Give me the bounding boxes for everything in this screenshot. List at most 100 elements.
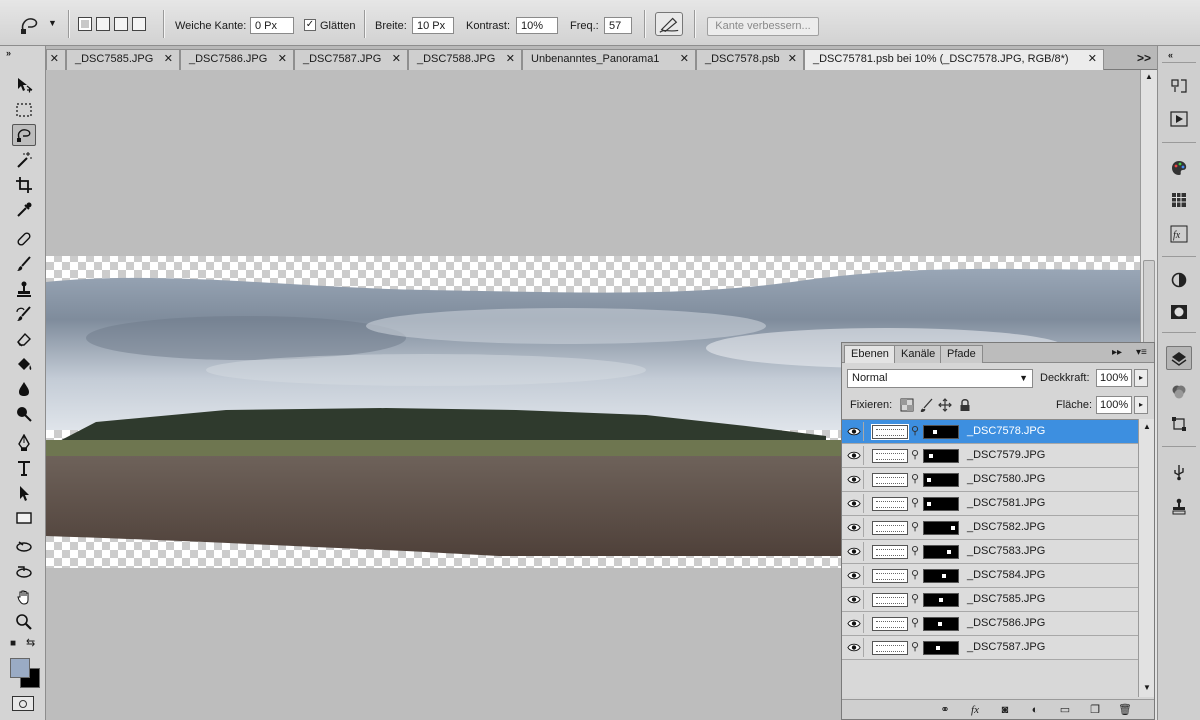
styles-panel-button[interactable]: fx xyxy=(1166,222,1192,246)
close-icon[interactable]: ✕ xyxy=(506,50,515,69)
visibility-toggle[interactable] xyxy=(844,638,864,657)
tab-channels[interactable]: Kanäle xyxy=(894,345,943,363)
tab-document-1[interactable]: _DSC7586.JPG ✕ xyxy=(180,49,294,70)
tab-document-3[interactable]: _DSC7588.JPG ✕ xyxy=(408,49,522,70)
path-selection-tool[interactable] xyxy=(12,482,36,504)
layer-row[interactable]: ⚲ _DSC7587.JPG xyxy=(842,636,1138,660)
layer-thumbnail[interactable] xyxy=(872,521,908,535)
layer-mask-thumbnail[interactable] xyxy=(923,641,959,655)
blend-mode-select[interactable]: Normal ▼ xyxy=(847,369,1033,388)
layer-mask-thumbnail[interactable] xyxy=(923,569,959,583)
tab-overflow-icon[interactable]: >> xyxy=(1137,51,1151,65)
magic-wand-tool[interactable] xyxy=(12,149,36,171)
contrast-input[interactable]: 10% xyxy=(516,17,558,34)
visibility-toggle[interactable] xyxy=(844,590,864,609)
panel-collapse-icon[interactable]: ▸▸ xyxy=(1112,347,1122,358)
eraser-tool[interactable] xyxy=(12,328,36,350)
pen-pressure-button[interactable] xyxy=(655,12,683,36)
scroll-down-icon[interactable]: ▼ xyxy=(1143,683,1151,692)
lock-position-icon[interactable] xyxy=(938,398,952,412)
link-icon[interactable]: ⚲ xyxy=(911,496,919,509)
close-icon[interactable]: ✕ xyxy=(1088,50,1097,69)
crop-tool[interactable] xyxy=(12,174,36,196)
layer-row[interactable]: ⚲ _DSC7581.JPG xyxy=(842,492,1138,516)
visibility-toggle[interactable] xyxy=(844,470,864,489)
fill-input[interactable]: 100% xyxy=(1096,396,1132,414)
3d-orbit-tool[interactable] xyxy=(12,561,36,583)
paths-panel-button[interactable] xyxy=(1166,412,1192,436)
tab-layers[interactable]: Ebenen xyxy=(844,345,896,363)
link-icon[interactable]: ⚲ xyxy=(911,592,919,605)
antialias-checkbox[interactable]: ✓ xyxy=(304,19,316,31)
layer-row[interactable]: ⚲ _DSC7583.JPG xyxy=(842,540,1138,564)
panel-menu-icon[interactable]: ▾≡ xyxy=(1136,347,1147,358)
visibility-toggle[interactable] xyxy=(844,566,864,585)
brushes-panel-button[interactable] xyxy=(1166,460,1192,484)
subtract-from-selection-button[interactable] xyxy=(114,17,128,31)
adjustments-panel-button[interactable] xyxy=(1166,268,1192,292)
scroll-up-icon[interactable]: ▲ xyxy=(1145,72,1153,81)
tab-document-5[interactable]: _DSC7578.psb ✕ xyxy=(696,49,804,70)
layer-mask-thumbnail[interactable] xyxy=(923,449,959,463)
type-tool[interactable] xyxy=(12,457,36,479)
lock-all-icon[interactable] xyxy=(958,398,972,412)
zoom-tool[interactable] xyxy=(12,611,36,633)
link-icon[interactable]: ⚲ xyxy=(911,568,919,581)
layer-row[interactable]: ⚲ _DSC7585.JPG xyxy=(842,588,1138,612)
close-icon[interactable]: ✕ xyxy=(788,50,797,69)
new-selection-button[interactable] xyxy=(78,17,92,31)
dodge-tool[interactable] xyxy=(12,403,36,425)
trash-icon[interactable]: 🗑 xyxy=(1118,703,1132,717)
layer-mask-thumbnail[interactable] xyxy=(923,593,959,607)
close-icon[interactable]: ✕ xyxy=(50,50,59,69)
layer-thumbnail[interactable] xyxy=(872,449,908,463)
healing-brush-tool[interactable] xyxy=(12,228,36,250)
layer-thumbnail[interactable] xyxy=(872,641,908,655)
tab-document-0[interactable]: _DSC7585.JPG ✕ xyxy=(66,49,180,70)
add-to-selection-button[interactable] xyxy=(96,17,110,31)
marquee-tool[interactable] xyxy=(12,99,36,121)
opacity-input[interactable]: 100% xyxy=(1096,369,1132,387)
layer-thumbnail[interactable] xyxy=(872,473,908,487)
move-tool[interactable] xyxy=(12,74,36,96)
layer-mask-thumbnail[interactable] xyxy=(923,617,959,631)
link-icon[interactable]: ⚲ xyxy=(911,640,919,653)
tab-overflow-left[interactable]: ✕ xyxy=(46,49,66,70)
layer-thumbnail[interactable] xyxy=(872,593,908,607)
layer-thumbnail[interactable] xyxy=(872,617,908,631)
scroll-up-icon[interactable]: ▲ xyxy=(1143,422,1151,431)
pen-tool[interactable] xyxy=(12,432,36,454)
tool-preset-picker[interactable] xyxy=(18,14,42,36)
link-icon[interactable]: ⚲ xyxy=(911,544,919,557)
fill-slider-button[interactable]: ▸ xyxy=(1134,396,1148,414)
history-brush-tool[interactable] xyxy=(12,303,36,325)
tab-paths[interactable]: Pfade xyxy=(940,345,983,363)
layer-mask-thumbnail[interactable] xyxy=(923,497,959,511)
layer-thumbnail[interactable] xyxy=(872,497,908,511)
blur-tool[interactable] xyxy=(12,378,36,400)
masks-panel-button[interactable] xyxy=(1166,300,1192,324)
clone-stamp-tool[interactable] xyxy=(12,278,36,300)
layer-mask-thumbnail[interactable] xyxy=(923,473,959,487)
visibility-toggle[interactable] xyxy=(844,422,864,441)
link-icon[interactable]: ⚲ xyxy=(911,472,919,485)
layers-scrollbar[interactable]: ▲ ▼ xyxy=(1138,419,1154,697)
brush-tool[interactable] xyxy=(12,253,36,275)
channels-panel-button[interactable] xyxy=(1166,380,1192,404)
history-panel-button[interactable] xyxy=(1166,74,1192,98)
lock-image-icon[interactable] xyxy=(920,398,934,413)
collapse-icon[interactable]: « xyxy=(1168,50,1173,60)
visibility-toggle[interactable] xyxy=(844,542,864,561)
visibility-toggle[interactable] xyxy=(844,494,864,513)
quick-mask-button[interactable] xyxy=(12,696,34,711)
visibility-toggle[interactable] xyxy=(844,446,864,465)
link-icon[interactable]: ⚲ xyxy=(911,520,919,533)
close-icon[interactable]: ✕ xyxy=(680,50,689,69)
lock-transparency-icon[interactable] xyxy=(900,398,914,412)
adjustment-layer-icon[interactable]: ◐ xyxy=(1028,703,1042,717)
clone-source-panel-button[interactable] xyxy=(1166,494,1192,518)
color-panel-button[interactable] xyxy=(1166,156,1192,180)
eyedropper-tool[interactable] xyxy=(12,199,36,221)
layer-thumbnail[interactable] xyxy=(871,424,909,440)
visibility-toggle[interactable] xyxy=(844,614,864,633)
